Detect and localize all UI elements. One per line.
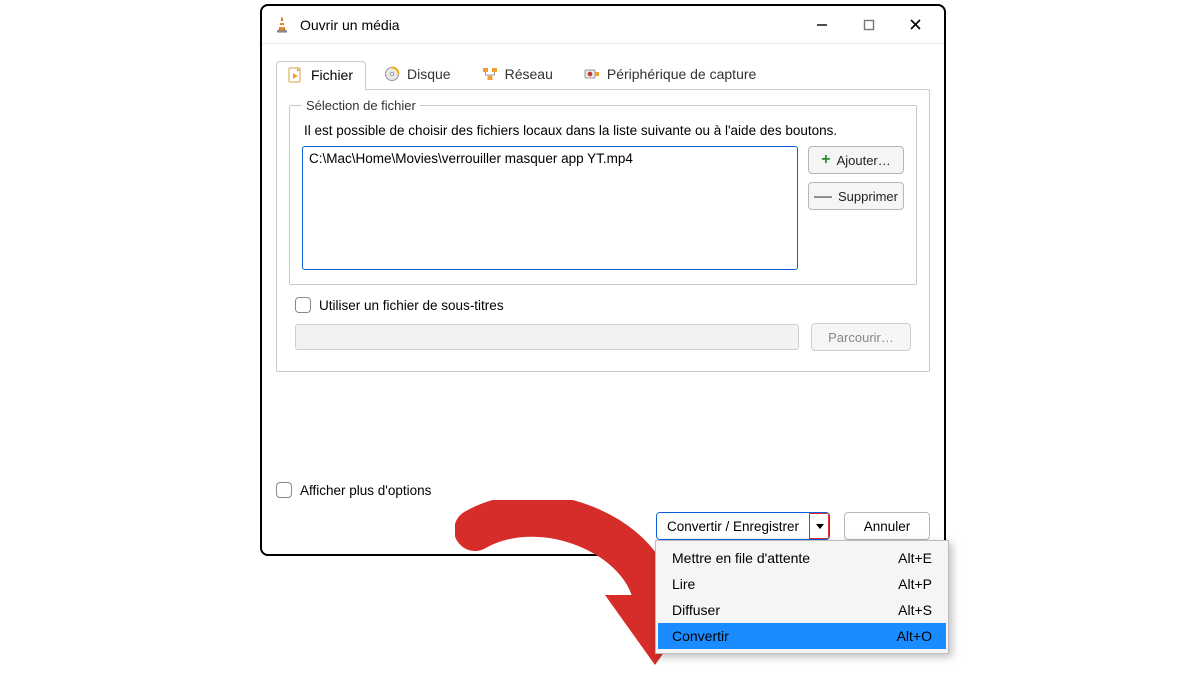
menu-item-label: Mettre en file d'attente — [672, 550, 810, 566]
tab-label: Réseau — [505, 66, 553, 82]
file-selection-group: Sélection de fichier Il est possible de … — [289, 98, 917, 285]
add-file-button[interactable]: + Ajouter… — [808, 146, 904, 174]
menu-item-stream[interactable]: Diffuser Alt+S — [658, 597, 946, 623]
checkbox-label: Utiliser un fichier de sous-titres — [319, 298, 504, 313]
minus-icon: — — [814, 190, 832, 202]
file-icon — [287, 67, 305, 83]
minimize-button[interactable] — [799, 10, 844, 40]
convert-save-button[interactable]: Convertir / Enregistrer — [657, 513, 809, 539]
open-media-dialog: Ouvrir un média Fichier Disque — [260, 4, 946, 556]
subtitle-path-field — [295, 324, 799, 350]
window-title: Ouvrir un média — [300, 17, 400, 33]
disc-icon — [383, 66, 401, 82]
menu-item-queue[interactable]: Mettre en file d'attente Alt+E — [658, 545, 946, 571]
chevron-down-icon — [815, 521, 825, 531]
menu-item-shortcut: Alt+E — [898, 550, 932, 566]
menu-item-play[interactable]: Lire Alt+P — [658, 571, 946, 597]
vlc-cone-icon — [272, 15, 292, 35]
file-panel: Sélection de fichier Il est possible de … — [276, 89, 930, 372]
menu-item-convert[interactable]: Convertir Alt+O — [658, 623, 946, 649]
menu-item-label: Diffuser — [672, 602, 720, 618]
checkbox-icon[interactable] — [295, 297, 311, 313]
plus-icon: + — [821, 152, 830, 168]
tab-disc[interactable]: Disque — [372, 60, 464, 89]
tab-network[interactable]: Réseau — [470, 60, 566, 89]
tab-label: Périphérique de capture — [607, 66, 756, 82]
dialog-body: Fichier Disque Réseau Périphérique de ca… — [262, 44, 944, 382]
close-button[interactable] — [893, 10, 938, 40]
file-list-item[interactable]: C:\Mac\Home\Movies\verrouiller masquer a… — [309, 151, 791, 166]
button-label: Supprimer — [838, 189, 898, 204]
menu-item-shortcut: Alt+O — [897, 628, 932, 644]
menu-item-shortcut: Alt+S — [898, 602, 932, 618]
convert-save-menu: Mettre en file d'attente Alt+E Lire Alt+… — [655, 540, 949, 654]
use-subtitle-checkbox-row[interactable]: Utiliser un fichier de sous-titres — [295, 297, 917, 313]
checkbox-label: Afficher plus d'options — [300, 483, 431, 498]
source-tabs: Fichier Disque Réseau Périphérique de ca… — [276, 60, 930, 89]
tab-label: Fichier — [311, 67, 353, 83]
file-selection-legend: Sélection de fichier — [302, 98, 420, 113]
titlebar: Ouvrir un média — [262, 6, 944, 44]
remove-file-button[interactable]: — Supprimer — [808, 182, 904, 210]
checkbox-icon[interactable] — [276, 482, 292, 498]
maximize-button[interactable] — [846, 10, 891, 40]
button-label: Ajouter… — [837, 153, 891, 168]
tab-label: Disque — [407, 66, 451, 82]
convert-save-splitbutton[interactable]: Convertir / Enregistrer — [656, 512, 830, 540]
tab-file[interactable]: Fichier — [276, 61, 366, 90]
menu-item-label: Convertir — [672, 628, 729, 644]
cancel-button[interactable]: Annuler — [844, 512, 930, 540]
file-list[interactable]: C:\Mac\Home\Movies\verrouiller masquer a… — [302, 146, 798, 270]
browse-subtitle-button: Parcourir… — [811, 323, 911, 351]
network-icon — [481, 66, 499, 82]
convert-save-dropdown[interactable] — [809, 513, 829, 539]
menu-item-label: Lire — [672, 576, 695, 592]
menu-item-shortcut: Alt+P — [898, 576, 932, 592]
capture-icon — [583, 66, 601, 82]
show-more-options-row[interactable]: Afficher plus d'options — [276, 482, 431, 498]
tab-capture[interactable]: Périphérique de capture — [572, 60, 769, 89]
file-selection-hint: Il est possible de choisir des fichiers … — [304, 123, 904, 138]
